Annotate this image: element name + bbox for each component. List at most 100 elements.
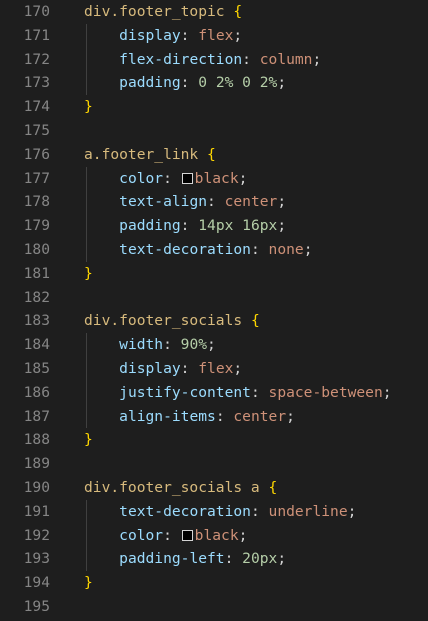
css-property: padding-left xyxy=(119,550,225,568)
brace: } xyxy=(84,264,93,282)
color-swatch-icon[interactable] xyxy=(181,529,193,541)
brace: } xyxy=(84,574,93,592)
code-line[interactable]: 170 div.footer_topic { xyxy=(0,0,428,24)
code-line[interactable]: 173 padding: 0 2% 0 2%; xyxy=(0,71,428,95)
punctuation: : xyxy=(250,383,269,401)
code-line[interactable]: 184 width: 90%; xyxy=(0,333,428,357)
css-property: display xyxy=(119,360,181,377)
code-line[interactable]: 192 color: black; xyxy=(0,524,428,548)
punctuation: ; xyxy=(277,193,287,211)
code-text: padding: 0 2% 0 2%; xyxy=(84,71,286,95)
line-number: 190 xyxy=(23,479,50,496)
code-line[interactable]: 172 flex-direction: column; xyxy=(0,48,428,72)
line-number: 184 xyxy=(23,336,50,354)
code-text: justify-content: space-between; xyxy=(84,381,391,405)
code-line[interactable]: 180 text-decoration: none; xyxy=(0,238,428,262)
code-line[interactable]: 176 a.footer_link { xyxy=(0,143,428,167)
code-line[interactable]: 177 color: black; xyxy=(0,167,428,191)
code-line[interactable]: 188} xyxy=(0,428,428,452)
punctuation: ; xyxy=(233,26,243,44)
punctuation: ; xyxy=(277,217,287,235)
punctuation: ; xyxy=(233,360,243,377)
code-text: color: black; xyxy=(84,167,247,191)
line-number: 191 xyxy=(23,502,50,520)
line-number: 186 xyxy=(23,383,50,401)
css-property: flex-direction xyxy=(119,50,243,68)
css-selector: div.footer_socials a xyxy=(84,479,260,496)
code-text: } xyxy=(84,95,93,119)
code-line[interactable]: 191 text-decoration: underline; xyxy=(0,500,428,524)
punctuation: ; xyxy=(303,241,313,258)
code-text: text-decoration: none; xyxy=(84,238,312,262)
code-line[interactable]: 171 display: flex; xyxy=(0,24,428,48)
line-number: 189 xyxy=(23,455,50,473)
code-line[interactable]: 189 xyxy=(0,452,428,476)
code-line[interactable]: 175 xyxy=(0,119,428,143)
code-line[interactable]: 182 xyxy=(0,286,428,310)
code-line[interactable]: 190 div.footer_socials a { xyxy=(0,476,428,500)
code-editor[interactable]: 170 div.footer_topic {171 display: flex; 1… xyxy=(0,0,428,621)
punctuation: : xyxy=(163,526,181,544)
code-text: align-items: center; xyxy=(84,405,295,429)
line-number: 194 xyxy=(23,574,50,592)
code-line[interactable]: 174} xyxy=(0,95,428,119)
brace: { xyxy=(268,479,278,496)
code-text: div.footer_socials a { xyxy=(84,476,277,500)
punctuation: : xyxy=(224,550,243,568)
code-line[interactable]: 186 justify-content: space-between; xyxy=(0,381,428,405)
line-number: 183 xyxy=(23,312,50,330)
punctuation: : xyxy=(163,336,181,354)
punctuation: : xyxy=(250,241,269,258)
code-text: text-align: center; xyxy=(84,190,286,214)
code-line[interactable]: 179 padding: 14px 16px; xyxy=(0,214,428,238)
line-number: 182 xyxy=(23,288,50,306)
css-property: align-items xyxy=(119,407,216,425)
keyword-value: center xyxy=(233,407,287,425)
code-line[interactable]: 194} xyxy=(0,571,428,595)
code-text: a.footer_link { xyxy=(84,143,216,167)
code-line[interactable]: 193 padding-left: 20px; xyxy=(0,547,428,571)
line-number: 195 xyxy=(23,598,50,615)
punctuation: ; xyxy=(277,74,287,92)
keyword-value: underline xyxy=(268,502,348,520)
line-number: 172 xyxy=(23,50,50,68)
line-number: 188 xyxy=(23,431,50,449)
brace: { xyxy=(207,145,216,163)
line-number: 177 xyxy=(23,169,50,187)
css-property: justify-content xyxy=(119,383,251,401)
keyword-value: flex xyxy=(198,26,234,44)
code-text: } xyxy=(84,571,93,595)
line-number: 171 xyxy=(23,26,50,44)
punctuation xyxy=(198,146,207,163)
code-text: } xyxy=(84,262,93,286)
line-number: 173 xyxy=(23,74,50,92)
line-number: 181 xyxy=(23,264,50,282)
code-line[interactable]: 178 text-align: center; xyxy=(0,190,428,214)
keyword-value: none xyxy=(268,241,304,258)
brace: { xyxy=(233,3,243,20)
brace: } xyxy=(84,98,93,116)
code-line[interactable]: 183 div.footer_socials { xyxy=(0,309,428,333)
css-property: text-decoration xyxy=(119,241,251,258)
color-swatch-icon[interactable] xyxy=(181,172,193,184)
punctuation: : xyxy=(215,407,234,425)
keyword-value: flex xyxy=(198,360,234,377)
code-text: } xyxy=(84,428,93,452)
keyword-value: black xyxy=(194,526,239,544)
code-line[interactable]: 195 xyxy=(0,595,428,619)
brace: } xyxy=(84,431,93,449)
punctuation: : xyxy=(163,169,181,187)
code-line[interactable]: 185 display: flex; xyxy=(0,357,428,381)
keyword-value: column xyxy=(259,50,313,68)
code-line[interactable]: 187 align-items: center; xyxy=(0,405,428,429)
code-line[interactable]: 181} xyxy=(0,262,428,286)
punctuation: ; xyxy=(312,50,322,68)
